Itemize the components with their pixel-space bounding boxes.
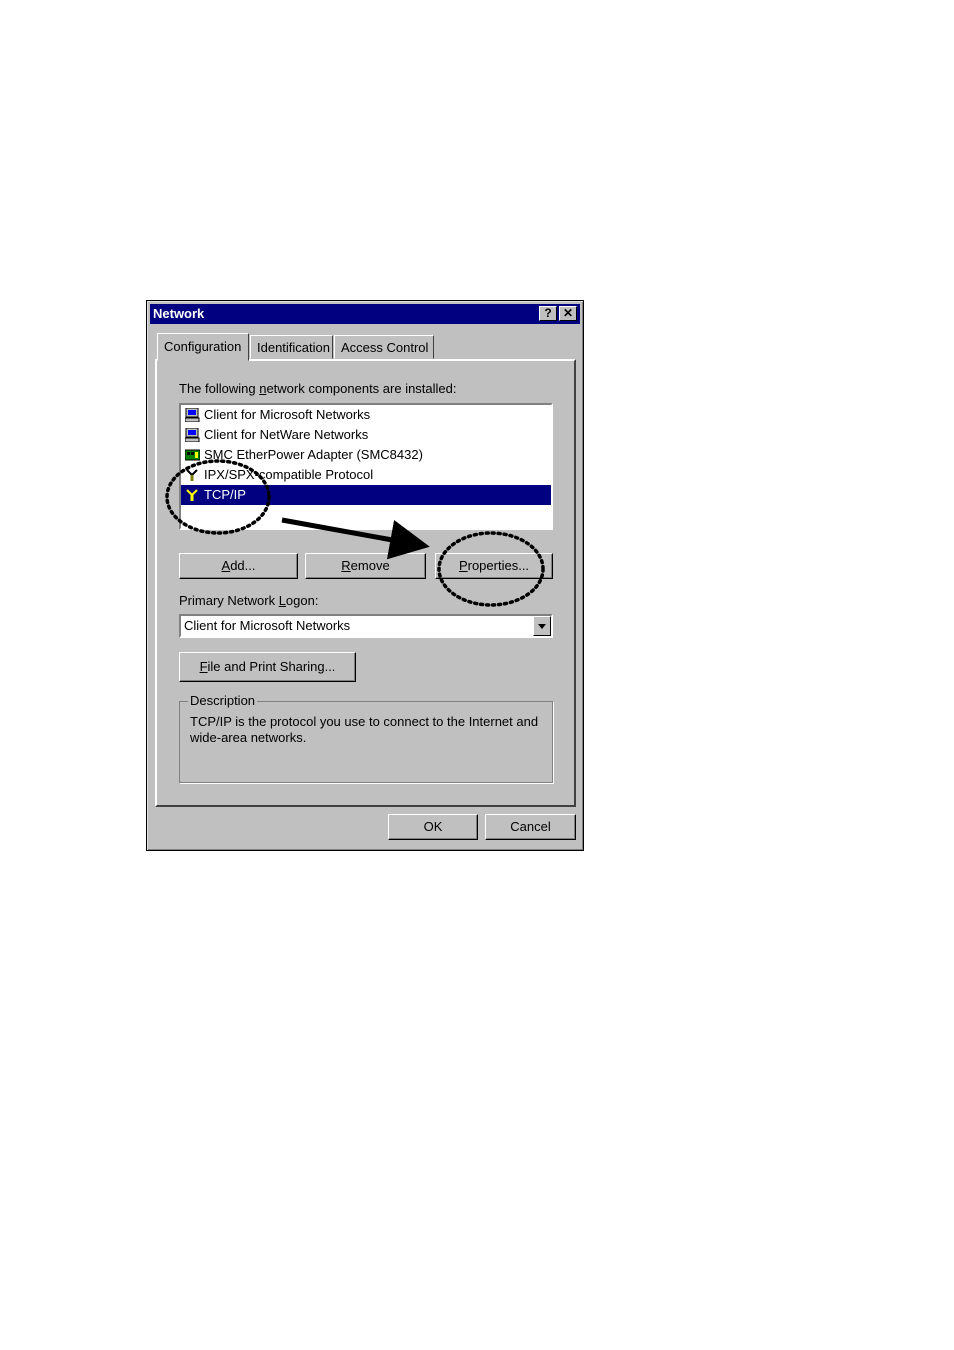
primary-logon-value: Client for Microsoft Networks	[184, 618, 351, 633]
components-list[interactable]: Client for Microsoft Networks Client for…	[179, 403, 553, 530]
list-item-label: Client for NetWare Networks	[204, 427, 369, 442]
remove-button[interactable]: Remove	[305, 553, 426, 579]
help-button[interactable]: ?	[539, 306, 557, 321]
properties-button[interactable]: Properties...	[435, 553, 553, 579]
add-button[interactable]: Add...	[179, 553, 298, 579]
network-dialog: Network ? ✕ Configuration Identification…	[146, 300, 584, 851]
logon-label: Primary Network Logon:	[179, 593, 319, 608]
title-bar[interactable]: Network ? ✕	[150, 304, 580, 324]
protocol-icon	[186, 489, 198, 501]
list-item-label: IPX/SPX-compatible Protocol	[204, 467, 374, 482]
close-button[interactable]: ✕	[559, 306, 577, 321]
list-item-client-microsoft[interactable]: Client for Microsoft Networks	[181, 405, 551, 425]
list-item-label: Client for Microsoft Networks	[204, 407, 371, 422]
primary-logon-select[interactable]: Client for Microsoft Networks	[179, 614, 553, 638]
list-item-smc-adapter[interactable]: SMC EtherPower Adapter (SMC8432)	[181, 445, 551, 465]
ok-button[interactable]: OK	[388, 814, 478, 840]
components-label: The following network components are ins…	[179, 381, 457, 396]
description-group: Description TCP/IP is the protocol you u…	[179, 693, 553, 783]
client-icon	[185, 408, 200, 422]
list-item-label: TCP/IP	[204, 487, 246, 502]
protocol-icon	[186, 469, 198, 481]
list-item-ipx-spx[interactable]: IPX/SPX-compatible Protocol	[181, 465, 551, 485]
tab-access-control[interactable]: Access Control	[334, 335, 434, 359]
description-text: TCP/IP is the protocol you use to connec…	[190, 714, 539, 745]
network-adapter-icon	[185, 449, 200, 461]
window-title: Network	[153, 306, 205, 321]
tab-configuration[interactable]: Configuration	[157, 333, 249, 361]
client-icon	[185, 428, 200, 442]
cancel-button[interactable]: Cancel	[485, 814, 576, 840]
file-print-sharing-button[interactable]: File and Print Sharing...	[179, 652, 356, 682]
list-item-client-netware[interactable]: Client for NetWare Networks	[181, 425, 551, 445]
tab-identification[interactable]: Identification	[250, 335, 333, 359]
list-item-tcp-ip[interactable]: TCP/IP	[181, 485, 551, 505]
chevron-down-icon[interactable]	[533, 616, 551, 636]
list-item-label: SMC EtherPower Adapter (SMC8432)	[204, 447, 423, 462]
description-title: Description	[188, 693, 258, 708]
